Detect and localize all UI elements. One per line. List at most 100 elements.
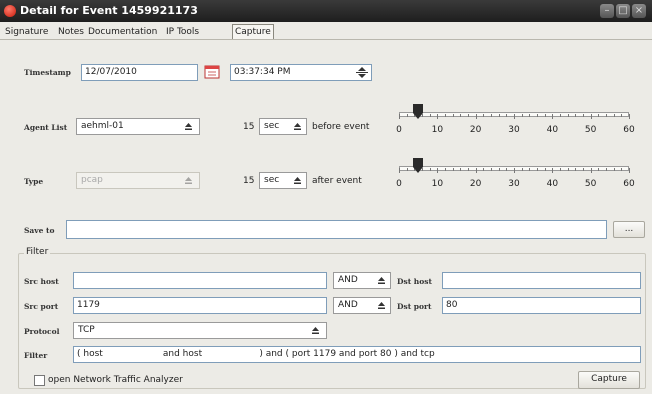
slider-tick-label: 60 xyxy=(623,125,635,135)
capture-button[interactable]: Capture xyxy=(578,371,640,389)
slider-tick-label: 10 xyxy=(431,125,444,135)
tab-ip-tools[interactable]: IP Tools xyxy=(166,25,199,39)
slider-tick xyxy=(552,168,554,173)
slider-tick xyxy=(514,114,515,119)
slider-tick-label: 20 xyxy=(469,179,482,189)
dst-port-field[interactable]: 80 xyxy=(442,297,641,314)
timestamp-date-field[interactable]: 12/07/2010 xyxy=(81,64,198,81)
slider-tick xyxy=(606,114,607,117)
agent-list-value: aehml-01 xyxy=(81,121,124,131)
window-icon xyxy=(4,5,16,17)
slider-tick xyxy=(583,114,584,117)
filter-expression-field[interactable]: ( host and host ) and ( port 1179 and po… xyxy=(73,346,641,363)
save-to-field[interactable] xyxy=(66,220,607,239)
minimize-icon[interactable]: – xyxy=(600,4,614,18)
dst-host-field[interactable] xyxy=(442,272,641,289)
slider-tick xyxy=(598,114,600,117)
tab-notes[interactable]: Notes xyxy=(58,25,84,39)
slider-tick-label: 0 xyxy=(396,125,402,135)
after-slider[interactable]: 0 10 20 30 40 50 60 xyxy=(396,158,639,192)
close-icon[interactable]: × xyxy=(632,4,646,18)
slider-tick xyxy=(575,168,577,171)
slider-tick xyxy=(560,168,561,171)
port-operator-select[interactable]: AND xyxy=(333,297,391,314)
slider-tick xyxy=(498,168,500,171)
src-host-label: Src host xyxy=(24,277,59,286)
slider-tick xyxy=(399,168,400,173)
event-detail-window: Detail for Event 1459921173 – □ × Signat… xyxy=(0,0,652,394)
protocol-select[interactable]: TCP xyxy=(73,322,327,339)
host-operator-value: AND xyxy=(338,275,358,285)
port-operator-value: AND xyxy=(338,300,358,310)
before-unit-select[interactable]: sec xyxy=(259,118,307,135)
slider-tick xyxy=(560,114,561,117)
window-title: Detail for Event 1459921173 xyxy=(20,4,198,17)
dropdown-arrow-icon[interactable] xyxy=(184,122,193,131)
slider-thumb[interactable] xyxy=(413,158,424,174)
slider-tick xyxy=(429,114,431,117)
dropdown-arrow-icon[interactable] xyxy=(377,276,386,285)
dropdown-arrow-icon[interactable] xyxy=(311,326,320,335)
tab-documentation[interactable]: Documentation xyxy=(88,25,157,39)
slider-tick xyxy=(491,168,492,171)
slider-tick xyxy=(399,114,400,119)
slider-tick xyxy=(506,114,508,117)
open-analyzer-checkbox[interactable] xyxy=(34,375,45,386)
src-port-field[interactable]: 1179 xyxy=(73,297,327,314)
dropdown-arrow-icon[interactable] xyxy=(293,122,302,131)
protocol-label: Protocol xyxy=(24,327,60,336)
slider-tick xyxy=(468,114,469,117)
slider-tick xyxy=(521,168,523,171)
before-slider[interactable]: 0 10 20 30 40 50 60 xyxy=(396,104,639,138)
slider-tick xyxy=(537,114,538,117)
after-event-label: after event xyxy=(312,176,362,186)
filter-expr-label: Filter xyxy=(24,351,48,360)
tab-signature[interactable]: Signature xyxy=(5,25,48,39)
slider-tick xyxy=(537,168,538,171)
after-unit-select[interactable]: sec xyxy=(259,172,307,189)
timestamp-time-field[interactable]: 03:37:34 PM xyxy=(230,64,372,81)
slider-tick xyxy=(406,114,408,117)
slider-tick xyxy=(575,114,577,117)
tab-bar: Signature Notes Documentation IP Tools C… xyxy=(0,22,652,40)
type-value: pcap xyxy=(81,175,103,185)
dropdown-arrow-icon[interactable] xyxy=(377,301,386,310)
src-host-field[interactable] xyxy=(73,272,327,289)
slider-tick xyxy=(613,114,615,117)
slider-tick xyxy=(491,114,492,117)
save-to-label: Save to xyxy=(24,226,55,235)
slider-tick xyxy=(406,168,408,171)
slider-tick xyxy=(445,168,446,171)
slider-tick xyxy=(452,114,454,117)
slider-tick xyxy=(437,168,439,173)
slider-tick xyxy=(521,114,523,117)
agent-list-label: Agent List xyxy=(24,123,68,132)
slider-tick-label: 30 xyxy=(508,125,520,135)
browse-button[interactable]: ... xyxy=(613,221,645,238)
spin-icon[interactable] xyxy=(356,66,368,79)
maximize-icon[interactable]: □ xyxy=(616,4,630,18)
after-amount: 15 xyxy=(243,176,255,186)
timestamp-label: Timestamp xyxy=(24,68,71,77)
host-operator-select[interactable]: AND xyxy=(333,272,391,289)
slider-tick xyxy=(437,114,439,119)
slider-tick xyxy=(460,114,462,117)
slider-thumb[interactable] xyxy=(413,104,424,120)
slider-tick-label: 0 xyxy=(396,179,402,189)
calendar-icon[interactable] xyxy=(204,65,220,79)
slider-tick xyxy=(606,168,607,171)
dropdown-arrow-icon[interactable] xyxy=(293,176,302,185)
slider-tick-label: 60 xyxy=(623,179,635,189)
agent-list-select[interactable]: aehml-01 xyxy=(76,118,200,135)
tab-capture[interactable]: Capture xyxy=(232,24,274,39)
src-port-label: Src port xyxy=(24,302,59,311)
slider-tick xyxy=(567,114,569,117)
slider-tick xyxy=(629,168,630,173)
slider-tick xyxy=(506,168,508,171)
slider-tick xyxy=(621,114,623,117)
slider-tick-label: 20 xyxy=(469,125,482,135)
slider-tick-label: 40 xyxy=(546,125,559,135)
slider-tick xyxy=(445,114,446,117)
slider-tick xyxy=(590,114,592,119)
slider-tick xyxy=(452,168,454,171)
